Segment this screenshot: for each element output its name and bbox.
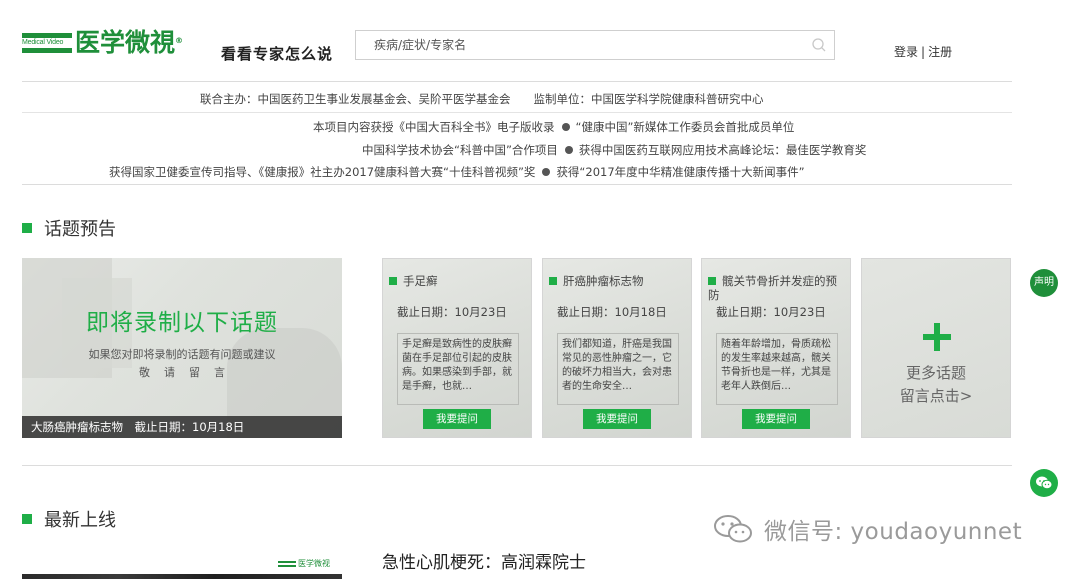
- site-header: Medical Video 医学微視® 看看专家怎么说 登录|注册: [0, 0, 1080, 82]
- more-topics-label: 更多话题: [905, 364, 966, 382]
- auth-links: 登录 | 注册: [894, 43, 952, 60]
- site-logo[interactable]: Medical Video 医学微視®: [22, 28, 183, 58]
- site-slogan: 看看专家怎么说: [221, 45, 334, 63]
- logo-badge-text: Medical Video: [22, 39, 64, 46]
- honor-line: 获得国家卫健委宣传司指导、《健康报》社主办2017健康科普大赛“十佳科普视频”奖…: [109, 165, 805, 179]
- search-input[interactable]: [356, 31, 804, 59]
- topic-deadline: 截止日期：10月23日: [397, 305, 507, 319]
- square-bullet-icon: [549, 277, 557, 285]
- auth-separator: |: [921, 45, 926, 59]
- search-box: [355, 30, 835, 60]
- ask-question-button[interactable]: 我要提问: [742, 409, 810, 429]
- latest-video-title[interactable]: 急性心肌梗死：高润霖院士: [382, 548, 586, 573]
- logo-badge: Medical Video: [22, 29, 72, 57]
- ask-question-button[interactable]: 我要提问: [583, 409, 651, 429]
- section-title-latest: 最新上线: [22, 506, 116, 532]
- square-bullet-icon: [389, 277, 397, 285]
- feature-caption: 大肠癌肿瘤标志物 截止日期：10月18日: [22, 416, 342, 438]
- login-link[interactable]: 登录: [894, 45, 918, 59]
- ask-question-button[interactable]: 我要提问: [423, 409, 491, 429]
- leave-message-label: 留言点击>: [899, 387, 973, 405]
- feature-subtitle: 如果您对即将录制的话题有问题或建议: [88, 348, 276, 361]
- topic-name: 髋关节骨折并发症的预防: [708, 274, 837, 302]
- topic-name: 肝癌肿瘤标志物: [549, 274, 689, 288]
- latest-video-thumbnail[interactable]: 医学微视: [22, 546, 342, 579]
- register-link[interactable]: 注册: [928, 45, 952, 59]
- featured-topic-card[interactable]: 即将录制以下话题 如果您对即将录制的话题有问题或建议 敬请留言 大肠癌肿瘤标志物…: [22, 258, 342, 438]
- search-icon[interactable]: [804, 31, 834, 59]
- bullet-dot-icon: [564, 146, 573, 154]
- topic-card[interactable]: 肝癌肿瘤标志物 截止日期：10月18日 我们都知道，肝癌是我国常见的恶性肿瘤之一…: [542, 258, 692, 438]
- logo-text: 医学微視®: [75, 28, 184, 57]
- divider: [22, 81, 1012, 82]
- divider: [22, 184, 1012, 185]
- thumbnail-logo: 医学微视: [278, 558, 330, 569]
- feature-title: 即将录制以下话题: [86, 310, 278, 336]
- divider: [22, 465, 1012, 466]
- topic-description: 随着年龄增加，骨质疏松的发生率越来越高，髋关节骨折也是一样，尤其是老年人跌倒后…: [716, 333, 838, 405]
- topic-deadline: 截止日期：10月18日: [557, 305, 667, 319]
- statement-button[interactable]: 声明: [1030, 269, 1058, 297]
- topic-card[interactable]: 手足癣 截止日期：10月23日 手足癣是致病性的皮肤癣菌在手足部位引起的皮肤病。…: [382, 258, 532, 438]
- plus-icon: [923, 323, 951, 351]
- square-bullet-icon: [22, 514, 32, 524]
- topic-deadline: 截止日期：10月23日: [716, 305, 826, 319]
- feature-subtitle-2: 敬请留言: [139, 366, 239, 379]
- honor-line: 中国科学技术协会“科普中国”合作项目 获得中国医药互联网应用技术高峰论坛：最佳医学…: [362, 143, 867, 157]
- bullet-dot-icon: [561, 123, 570, 131]
- square-bullet-icon: [22, 223, 32, 233]
- topic-name: 手足癣: [389, 274, 529, 288]
- topic-description: 手足癣是致病性的皮肤癣菌在手足部位引起的皮肤病。如果感染到手部，就是手癣，也就…: [397, 333, 519, 405]
- wechat-icon[interactable]: [1030, 469, 1058, 497]
- honor-line: 本项目内容获授《中国大百科全书》电子版收录 “健康中国”新媒体工作委员会首批成员单…: [313, 120, 795, 134]
- more-topics-card[interactable]: 更多话题 留言点击>: [861, 258, 1011, 438]
- topic-card[interactable]: 髋关节骨折并发症的预防 截止日期：10月23日 随着年龄增加，骨质疏松的发生率越…: [701, 258, 851, 438]
- topic-description: 我们都知道，肝癌是我国常见的恶性肿瘤之一，它的破坏力相当大，会对患者的生命安全…: [557, 333, 679, 405]
- divider: [22, 112, 1012, 113]
- sponsor-line: 联合主办：中国医药卫生事业发展基金会、吴阶平医学基金会 监制单位：中国医学科学院…: [200, 92, 764, 106]
- watermark: 微信号: youdaoyunnet: [712, 512, 1022, 546]
- section-title-preview: 话题预告: [22, 215, 116, 241]
- square-bullet-icon: [708, 277, 716, 285]
- bullet-dot-icon: [542, 168, 551, 176]
- wechat-watermark-icon: [714, 515, 752, 543]
